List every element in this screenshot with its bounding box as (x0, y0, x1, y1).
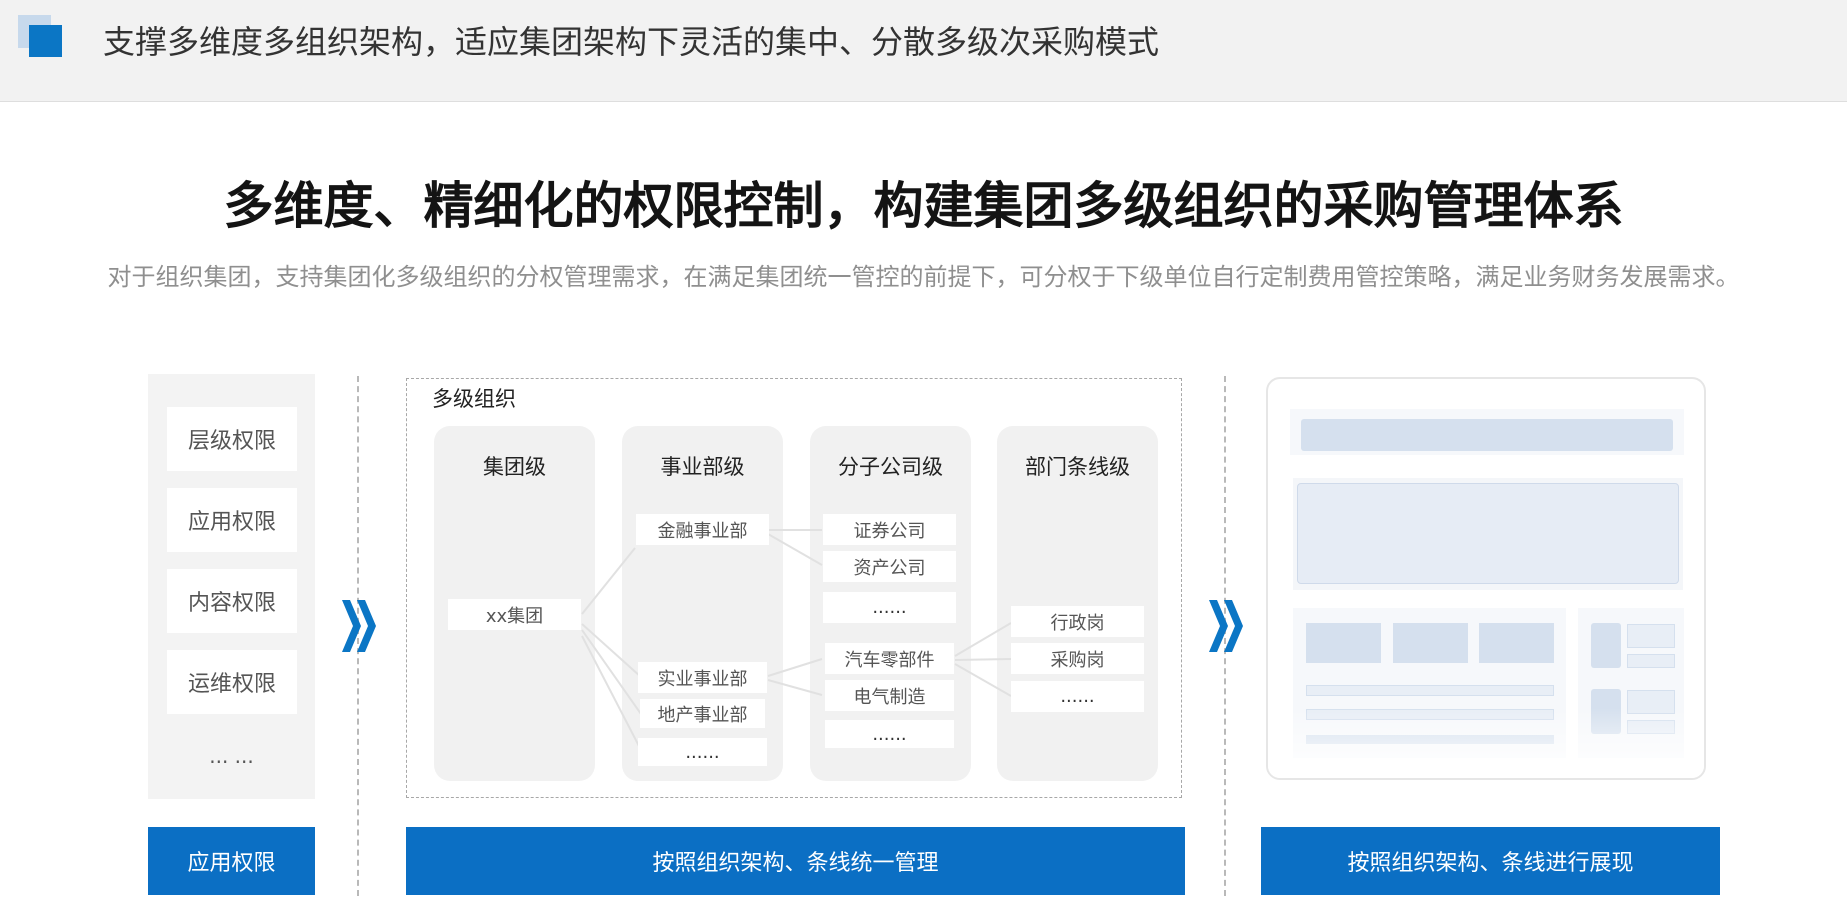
org-node-group: xx集团 (448, 599, 581, 630)
org-node-company: ...... (825, 720, 954, 748)
org-node-division: 地产事业部 (640, 699, 765, 728)
org-node-division: 实业事业部 (638, 662, 767, 693)
org-node-department: 采购岗 (1011, 643, 1144, 674)
org-node-department: 行政岗 (1011, 606, 1144, 637)
mock-card (1306, 623, 1381, 663)
mock-thumb (1591, 623, 1621, 668)
org-node-company: 证券公司 (823, 514, 956, 545)
mock-tag (1627, 624, 1675, 648)
bottom-label-permissions: 应用权限 (148, 827, 315, 895)
mock-card (1479, 623, 1554, 663)
bottom-label-display: 按照组织架构、条线进行展现 (1261, 827, 1720, 895)
org-node-company: 汽车零部件 (825, 643, 954, 674)
mock-fade-overlay (1268, 708, 1704, 778)
org-node-company: ...... (823, 592, 956, 623)
display-mockup (1266, 377, 1706, 780)
mock-banner (1297, 483, 1679, 584)
mock-search-bar (1301, 419, 1673, 451)
org-node-division: 金融事业部 (636, 514, 769, 545)
bottom-label-unified-management: 按照组织架构、条线统一管理 (406, 827, 1185, 895)
mock-tag (1627, 654, 1675, 668)
org-node-division: ...... (638, 738, 767, 766)
mock-card (1393, 623, 1468, 663)
org-node-department: ...... (1011, 681, 1144, 712)
org-node-company: 电气制造 (825, 680, 954, 711)
mock-line (1306, 685, 1554, 696)
org-node-company: 资产公司 (823, 551, 956, 582)
